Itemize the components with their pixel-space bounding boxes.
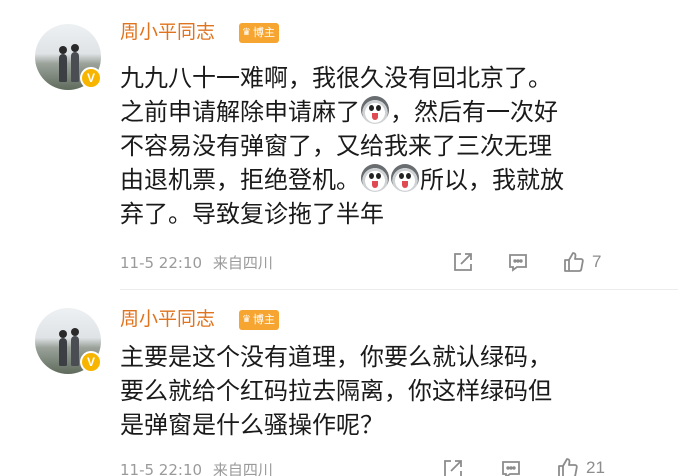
comment-line: 要么就给个红码拉去隔离，你这样绿码但: [120, 377, 552, 405]
comment-line: 九九八十一难啊，我很久没有回北京了。: [120, 64, 552, 92]
comment-line: 由退机票，拒绝登机。 所以，我就放: [120, 164, 564, 194]
comment-item: V 周小平同志 ♛ 博主 主要是这个没有道理，你要么就认绿码， 要么就给个红码拉…: [0, 290, 678, 476]
source-location: 来自四川: [212, 461, 273, 476]
blogger-badge-label: 博主: [252, 26, 275, 39]
verified-badge-icon: V: [80, 351, 102, 373]
source-location: 来自四川: [212, 254, 273, 272]
like-count: 21: [586, 458, 605, 476]
like-button[interactable]: 7: [562, 250, 601, 274]
comment-item: V 周小平同志 ♛ 博主 九九八十一难啊，我很久没有回北京了。 之前申请解除申请…: [0, 0, 678, 290]
comment-line: 之前申请解除申请麻了 ，然后有一次好: [120, 96, 558, 126]
comment-meta: 11-5 22:10 来自四川: [120, 460, 273, 476]
author-name[interactable]: 周小平同志: [120, 307, 215, 331]
doge-emoji-icon: [361, 164, 389, 192]
doge-emoji-icon: [391, 164, 419, 192]
share-button[interactable]: [442, 458, 464, 476]
crown-icon: ♛: [242, 314, 251, 325]
comment-line: 是弹窗是什么骚操作呢？: [120, 411, 384, 439]
timestamp: 11-5 22:10: [120, 461, 203, 476]
share-icon: [454, 253, 472, 271]
comment-line: 主要是这个没有道理，你要么就认绿码，: [120, 343, 552, 371]
doge-emoji-icon: [361, 96, 389, 124]
reply-button[interactable]: [507, 251, 529, 273]
share-icon: [444, 460, 462, 476]
comment-meta: 11-5 22:10 来自四川: [120, 253, 273, 273]
blogger-badge: ♛ 博主: [239, 23, 279, 43]
like-count: 7: [592, 252, 602, 271]
comment-icon: [509, 254, 527, 272]
thumbs-up-icon: [564, 252, 584, 272]
comment-icon: [502, 461, 520, 476]
crown-icon: ♛: [242, 27, 251, 38]
comment-line: 不容易没有弹窗了，又给我来了三次无理: [120, 132, 552, 160]
comment-line: 弃了。导致复诊拖了半年: [120, 200, 384, 228]
timestamp: 11-5 22:10: [120, 254, 203, 272]
verified-badge-icon: V: [80, 67, 102, 89]
blogger-badge-label: 博主: [252, 313, 275, 326]
comment-text: 主要是这个没有道理，你要么就认绿码， 要么就给个红码拉去隔离，你这样绿码但 是弹…: [120, 340, 670, 442]
blogger-badge: ♛ 博主: [239, 310, 279, 330]
share-button[interactable]: [452, 251, 474, 273]
thumbs-up-icon: [558, 458, 578, 476]
reply-button[interactable]: [500, 458, 522, 476]
author-name[interactable]: 周小平同志: [120, 20, 215, 44]
like-button[interactable]: 21: [556, 456, 605, 476]
comment-text: 九九八十一难啊，我很久没有回北京了。 之前申请解除申请麻了 ，然后有一次好 不容易…: [120, 61, 670, 231]
